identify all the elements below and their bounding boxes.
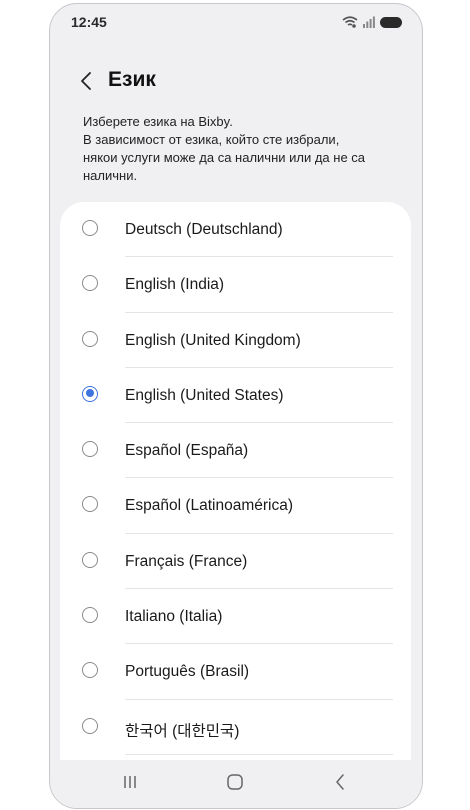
phone-frame: 12:45 Език Изберете езика на Bixby. В за… bbox=[49, 3, 423, 809]
description-line: В зависимост от езика, който сте избрали… bbox=[83, 132, 340, 147]
radio-button[interactable] bbox=[82, 717, 98, 734]
language-option-de-de[interactable]: Deutsch (Deutschland) bbox=[60, 202, 411, 258]
language-label: Deutsch (Deutschland) bbox=[125, 221, 283, 238]
header: Език bbox=[50, 64, 422, 104]
language-label: English (India) bbox=[125, 276, 225, 294]
language-option-it-it[interactable]: Italiano (Italia) bbox=[60, 589, 411, 645]
nav-back-icon bbox=[334, 773, 346, 796]
language-label: Italiano (Italia) bbox=[125, 608, 223, 626]
radio-button[interactable] bbox=[82, 220, 98, 236]
radio-button[interactable] bbox=[82, 441, 98, 458]
language-label: English (United States) bbox=[125, 386, 284, 404]
divider bbox=[125, 753, 393, 755]
chevron-left-icon bbox=[80, 71, 92, 96]
language-label: 한국어 (대한민국) bbox=[125, 722, 240, 740]
language-label: Español (Latinoamérica) bbox=[125, 497, 294, 515]
description-line: Изберете езика на Bixby. bbox=[83, 114, 233, 129]
language-option-es-es[interactable]: Español (España) bbox=[60, 423, 411, 479]
recents-icon bbox=[122, 774, 138, 795]
language-option-en-us[interactable]: English (United States) bbox=[60, 368, 411, 424]
language-option-fr-fr[interactable]: Français (France) bbox=[60, 534, 411, 590]
radio-button[interactable] bbox=[82, 496, 98, 513]
status-time: 12:45 bbox=[71, 14, 107, 30]
nav-back-button[interactable] bbox=[325, 770, 355, 798]
signal-icon bbox=[363, 15, 375, 33]
wifi-icon bbox=[342, 15, 358, 33]
radio-button[interactable] bbox=[82, 607, 98, 624]
home-button[interactable] bbox=[220, 770, 250, 798]
language-label: Français (France) bbox=[125, 552, 248, 570]
language-option-en-gb[interactable]: English (United Kingdom) bbox=[60, 313, 411, 368]
language-label: Português (Brasil) bbox=[125, 663, 250, 681]
language-list: Deutsch (Deutschland) English (India) En… bbox=[60, 202, 411, 772]
description-line: някои услуги може да са налични или да н… bbox=[83, 150, 366, 165]
radio-button[interactable] bbox=[82, 662, 98, 679]
page-title: Език bbox=[108, 68, 156, 91]
back-button[interactable] bbox=[74, 70, 98, 96]
radio-button[interactable] bbox=[82, 551, 98, 568]
radio-button-selected[interactable] bbox=[82, 385, 98, 402]
description-line: налични. bbox=[83, 168, 138, 183]
home-icon bbox=[226, 773, 244, 796]
language-label: English (United Kingdom) bbox=[125, 331, 301, 349]
language-option-ko-kr[interactable]: 한국어 (대한민국) bbox=[60, 700, 411, 755]
language-label: Español (España) bbox=[125, 442, 249, 460]
description: Изберете езика на Bixby. В зависимост от… bbox=[83, 113, 403, 185]
radio-button[interactable] bbox=[82, 330, 98, 347]
navigation-bar bbox=[50, 760, 422, 808]
recents-button[interactable] bbox=[115, 770, 145, 798]
radio-button[interactable] bbox=[82, 275, 98, 292]
battery-icon bbox=[380, 15, 402, 33]
language-option-pt-br[interactable]: Português (Brasil) bbox=[60, 644, 411, 700]
language-option-en-in[interactable]: English (India) bbox=[60, 257, 411, 313]
status-icons bbox=[342, 15, 402, 33]
language-option-es-latam[interactable]: Español (Latinoamérica) bbox=[60, 478, 411, 534]
status-bar: 12:45 bbox=[50, 4, 422, 38]
